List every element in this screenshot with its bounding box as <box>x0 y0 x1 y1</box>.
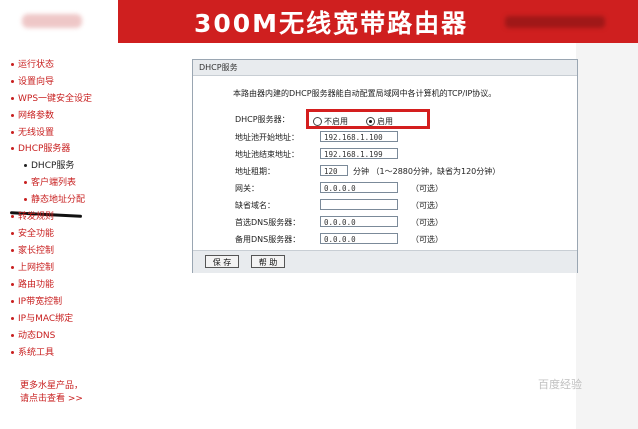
bullet-icon <box>11 114 14 117</box>
sidebar-item-system-tools[interactable]: 系统工具 <box>11 348 54 359</box>
sidebar-item-wireless[interactable]: 无线设置 <box>11 128 54 139</box>
domain-optional: （可选） <box>411 201 443 210</box>
bullet-icon <box>11 215 14 218</box>
domain-field[interactable] <box>320 199 398 210</box>
dhcp-settings-panel: DHCP服务 本路由器内建的DHCP服务器能自动配置局域网中各计算机的TCP/I… <box>192 59 578 273</box>
sidebar-item-security[interactable]: 安全功能 <box>11 229 54 240</box>
bullet-icon <box>11 283 14 286</box>
dns1-field[interactable]: 0.0.0.0 <box>320 216 398 227</box>
dns2-optional: （可选） <box>411 235 443 244</box>
end-ip-label: 地址池结束地址： <box>235 150 299 159</box>
end-ip-field[interactable]: 192.168.1.199 <box>320 148 398 159</box>
dhcp-toggle-highlight: 不启用 启用 <box>306 109 430 129</box>
domain-label: 缺省域名： <box>235 201 275 210</box>
help-button[interactable]: 帮 助 <box>251 255 285 268</box>
sidebar-item-static-address[interactable]: 静态地址分配 <box>24 195 85 206</box>
bullet-icon <box>11 97 14 100</box>
bullet-icon <box>24 181 27 184</box>
radio-on-icon[interactable] <box>366 117 375 126</box>
sidebar-item-dhcp-service[interactable]: DHCP服务 <box>24 161 74 172</box>
bullet-icon <box>11 249 14 252</box>
radio-enable[interactable]: 启用 <box>366 116 393 127</box>
bullet-icon <box>24 198 27 201</box>
sidebar-item-dhcp-server[interactable]: DHCP服务器 <box>11 144 70 155</box>
sidebar-item-status[interactable]: 运行状态 <box>11 60 54 71</box>
dns1-optional: （可选） <box>411 218 443 227</box>
header-banner: 300M无线宽带路由器 <box>0 0 638 43</box>
sidebar-item-wps[interactable]: WPS一键安全设定 <box>11 94 92 105</box>
dns1-label: 首选DNS服务器： <box>235 218 301 227</box>
bullet-icon <box>11 266 14 269</box>
sidebar-item-bandwidth[interactable]: IP带宽控制 <box>11 297 62 308</box>
blurred-logo <box>22 14 82 28</box>
bullet-icon <box>11 232 14 235</box>
gateway-field[interactable]: 0.0.0.0 <box>320 182 398 193</box>
dhcp-server-label: DHCP服务器： <box>235 115 290 124</box>
start-ip-field[interactable]: 192.168.1.100 <box>320 131 398 142</box>
product-title: 300M无线宽带路由器 <box>194 9 469 38</box>
dns2-field[interactable]: 0.0.0.0 <box>320 233 398 244</box>
more-products-link[interactable]: 请点击查看 >> <box>20 393 83 405</box>
gateway-optional: （可选） <box>411 184 443 193</box>
right-gutter <box>576 43 638 429</box>
button-bar: 保 存 帮 助 <box>193 250 577 273</box>
sidebar-item-forwarding[interactable]: 转发规则 <box>11 212 54 223</box>
sidebar-item-routing[interactable]: 路由功能 <box>11 280 54 291</box>
panel-title: DHCP服务 <box>193 60 577 76</box>
bullet-icon <box>11 147 14 150</box>
bullet-icon <box>11 131 14 134</box>
sidebar-item-parental[interactable]: 家长控制 <box>11 246 54 257</box>
bullet-icon <box>11 80 14 83</box>
lease-label: 地址租期： <box>235 167 275 176</box>
lease-field[interactable]: 120 <box>320 165 348 176</box>
bullet-icon <box>24 164 27 167</box>
sidebar-item-access-control[interactable]: 上网控制 <box>11 263 54 274</box>
lease-note: 分钟 （1～2880分钟，缺省为120分钟） <box>353 167 501 176</box>
save-button[interactable]: 保 存 <box>205 255 239 268</box>
sidebar-item-client-list[interactable]: 客户端列表 <box>24 178 76 189</box>
more-products-text: 更多水星产品， <box>20 381 84 391</box>
bullet-icon <box>11 351 14 354</box>
dns2-label: 备用DNS服务器： <box>235 235 301 244</box>
panel-description: 本路由器内建的DHCP服务器能自动配置局域网中各计算机的TCP/IP协议。 <box>233 89 497 98</box>
sidebar-item-network[interactable]: 网络参数 <box>11 111 54 122</box>
gateway-label: 网关： <box>235 184 259 193</box>
sidebar: 运行状态 设置向导 WPS一键安全设定 网络参数 无线设置 DHCP服务器 DH… <box>0 43 118 429</box>
start-ip-label: 地址池开始地址： <box>235 133 299 142</box>
sidebar-item-ip-mac[interactable]: IP与MAC绑定 <box>11 314 73 325</box>
bullet-icon <box>11 317 14 320</box>
bullet-icon <box>11 63 14 66</box>
watermark: 百度经验 <box>538 378 582 391</box>
radio-disable[interactable]: 不启用 <box>313 116 348 127</box>
bullet-icon <box>11 300 14 303</box>
sidebar-item-wizard[interactable]: 设置向导 <box>11 77 54 88</box>
blurred-model <box>505 16 605 28</box>
bullet-icon <box>11 334 14 337</box>
sidebar-item-ddns[interactable]: 动态DNS <box>11 331 55 342</box>
radio-off-icon[interactable] <box>313 117 322 126</box>
